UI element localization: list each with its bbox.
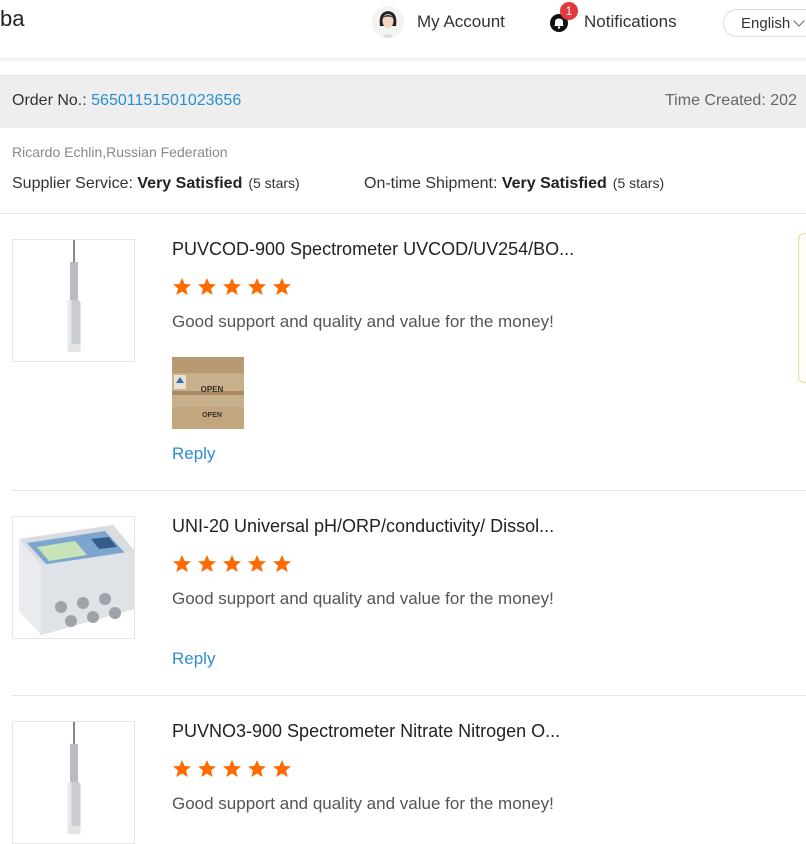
review-photo[interactable]: OPEN OPEN (172, 357, 244, 429)
shipment-stars: (5 stars) (612, 175, 665, 191)
avatar (372, 6, 404, 38)
my-account-link[interactable]: My Account (372, 6, 505, 38)
product-thumbnail[interactable] (12, 239, 135, 362)
review-comment: Good support and quality and value for t… (172, 794, 554, 813)
star-rating (172, 554, 297, 574)
supplier-service-stars: (5 stars) (248, 175, 300, 191)
top-header: ba My Account 1 Notifications English (0, 0, 806, 58)
star-icon (198, 278, 216, 295)
star-icon (223, 278, 241, 295)
notification-count-badge: 1 (560, 2, 578, 20)
star-icon (273, 278, 291, 295)
section-divider (0, 213, 806, 214)
star-rating (172, 277, 297, 297)
star-icon (173, 760, 191, 777)
review-comment: Good support and quality and value for t… (172, 589, 554, 608)
star-icon (198, 555, 216, 572)
notifications-label: Notifications (584, 12, 677, 31)
star-icon (223, 555, 241, 572)
star-icon (173, 555, 191, 572)
product-thumbnail[interactable] (12, 516, 135, 639)
supplier-service-value: Very Satisfied (137, 175, 243, 192)
account-label: My Account (417, 12, 505, 31)
star-icon (248, 555, 266, 572)
time-created: Time Created: 202 (665, 92, 797, 109)
star-icon (273, 760, 291, 777)
shipment-rating: On-time Shipment: Very Satisfied (5 stars… (364, 175, 664, 193)
header-shadow (0, 59, 806, 63)
star-icon (248, 278, 266, 295)
star-icon (273, 555, 291, 572)
product-title[interactable]: PUVCOD-900 Spectrometer UVCOD/UV254/BO..… (172, 239, 574, 260)
side-floating-tab[interactable] (798, 233, 806, 383)
site-logo[interactable]: ba (0, 6, 24, 32)
photo-box-text: OPEN (201, 385, 224, 394)
language-selector[interactable]: English (723, 9, 806, 37)
language-label: English (741, 14, 791, 32)
photo-box-text: OPEN (202, 412, 222, 419)
item-divider (12, 490, 806, 491)
star-rating (172, 759, 297, 779)
order-number-row: Order No.: 56501151501023656 (12, 92, 241, 110)
order-number-label: Order No.: (12, 92, 92, 109)
product-title[interactable]: PUVNO3-900 Spectrometer Nitrate Nitrogen… (172, 721, 560, 742)
chevron-down-icon (793, 15, 805, 27)
item-divider (12, 695, 806, 696)
order-info-bar: Order No.: 56501151501023656 Time Create… (0, 75, 806, 128)
star-icon (223, 760, 241, 777)
reply-link[interactable]: Reply (172, 444, 215, 464)
product-thumbnail[interactable] (12, 721, 135, 844)
reply-link[interactable]: Reply (172, 649, 215, 669)
star-icon (248, 760, 266, 777)
supplier-service-label: Supplier Service: (12, 175, 138, 192)
bell-icon: 1 (548, 2, 578, 33)
shipment-label: On-time Shipment: (364, 175, 502, 192)
supplier-service-rating: Supplier Service: Very Satisfied (5 stars… (12, 175, 300, 193)
star-icon (173, 278, 191, 295)
review-comment: Good support and quality and value for t… (172, 312, 554, 331)
order-number-link[interactable]: 56501151501023656 (91, 92, 241, 109)
shipment-value: Very Satisfied (501, 175, 607, 192)
star-icon (198, 760, 216, 777)
notifications-link[interactable]: 1 Notifications (548, 2, 677, 38)
product-title[interactable]: UNI-20 Universal pH/ORP/conductivity/ Di… (172, 516, 554, 537)
buyer-name-country: Ricardo Echlin,Russian Federation (12, 144, 228, 160)
